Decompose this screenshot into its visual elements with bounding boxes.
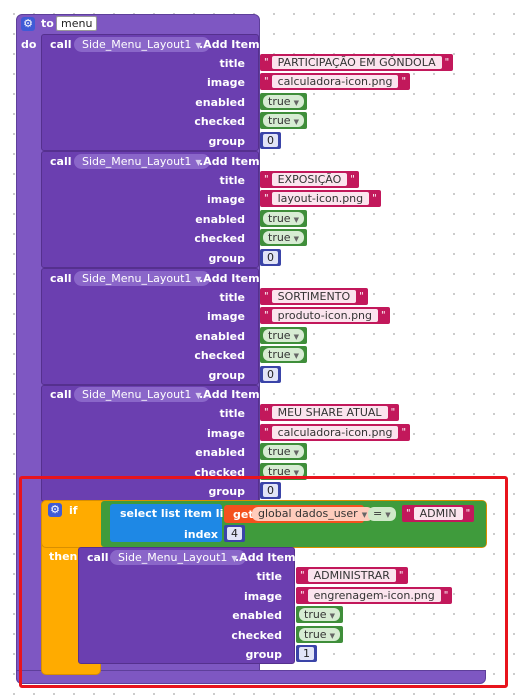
chevron-down-icon: ▼	[293, 352, 299, 360]
param-image-label: image	[207, 310, 245, 323]
chevron-down-icon: ▼	[293, 99, 299, 107]
param-enabled-label: enabled	[195, 96, 245, 109]
text-value[interactable]: calculadora-icon.png	[271, 426, 399, 439]
bool-value[interactable]: true ▼	[263, 348, 304, 361]
param-enabled-label: enabled	[195, 330, 245, 343]
bool-value[interactable]: true ▼	[263, 231, 304, 244]
call-keyword: call	[50, 155, 72, 168]
image-text-block[interactable]: " layout-icon.png "	[260, 190, 381, 207]
bool-value[interactable]: true ▼	[263, 329, 304, 342]
title-text-block[interactable]: " EXPOSIÇÃO "	[260, 171, 359, 188]
param-image-label: image	[207, 193, 245, 206]
method-name: .Add Item	[199, 388, 260, 401]
text-value[interactable]: calculadora-icon.png	[271, 75, 399, 88]
enabled-bool-block[interactable]: true ▼	[260, 443, 307, 460]
checked-bool-block[interactable]: true ▼	[260, 346, 307, 363]
call-keyword: call	[50, 388, 72, 401]
call-keyword: call	[50, 38, 72, 51]
chevron-down-icon: ▼	[293, 216, 299, 224]
call-keyword: call	[50, 272, 72, 285]
procedure-name-field[interactable]: menu	[56, 16, 98, 31]
bool-value[interactable]: true ▼	[263, 212, 304, 225]
param-enabled-label: enabled	[195, 213, 245, 226]
checked-bool-block[interactable]: true ▼	[260, 229, 307, 246]
component-name: Side_Menu_Layout1	[82, 155, 192, 168]
enabled-bool-block[interactable]: true ▼	[260, 327, 307, 344]
component-name: Side_Menu_Layout1	[82, 388, 192, 401]
param-title-label: title	[219, 291, 245, 304]
param-image-label: image	[207, 427, 245, 440]
text-value[interactable]: produto-icon.png	[271, 309, 379, 322]
component-dropdown[interactable]: Side_Menu_Layout1 ▼	[74, 154, 210, 169]
text-value[interactable]: layout-icon.png	[271, 192, 370, 205]
param-checked-label: checked	[194, 115, 245, 128]
group-number-block[interactable]: 0	[260, 132, 281, 149]
image-text-block[interactable]: " produto-icon.png "	[260, 307, 390, 324]
image-text-block[interactable]: " calculadora-icon.png "	[260, 424, 411, 441]
group-number-block[interactable]: 0	[260, 249, 281, 266]
param-title-label: title	[219, 57, 245, 70]
enabled-bool-block[interactable]: true ▼	[260, 93, 307, 110]
title-text-block[interactable]: " PARTICIPAÇÃO EM GÔNDOLA "	[260, 54, 454, 71]
enabled-bool-block[interactable]: true ▼	[260, 210, 307, 227]
param-checked-label: checked	[194, 232, 245, 245]
number-value[interactable]: 0	[263, 251, 278, 264]
param-image-label: image	[207, 76, 245, 89]
keyword-to: to	[41, 17, 54, 30]
bool-value[interactable]: true ▼	[263, 114, 304, 127]
title-text-block[interactable]: " MEU SHARE ATUAL "	[260, 404, 400, 421]
param-group-label: group	[208, 135, 245, 148]
method-name: .Add Item	[199, 272, 260, 285]
group-number-block[interactable]: 0	[260, 366, 281, 383]
title-text-block[interactable]: " SORTIMENTO "	[260, 288, 368, 305]
keyword-do: do	[21, 38, 37, 51]
text-value[interactable]: SORTIMENTO	[271, 290, 357, 303]
gear-icon[interactable]: ⚙	[21, 17, 35, 31]
param-group-label: group	[208, 252, 245, 265]
method-name: .Add Item	[199, 38, 260, 51]
number-value[interactable]: 0	[263, 368, 278, 381]
text-value[interactable]: EXPOSIÇÃO	[271, 173, 348, 186]
method-name: .Add Item	[199, 155, 260, 168]
component-name: Side_Menu_Layout1	[82, 38, 192, 51]
param-group-label: group	[208, 369, 245, 382]
component-dropdown[interactable]: Side_Menu_Layout1 ▼	[74, 387, 210, 402]
text-value[interactable]: MEU SHARE ATUAL	[271, 406, 388, 419]
param-enabled-label: enabled	[195, 446, 245, 459]
chevron-down-icon: ▼	[293, 235, 299, 243]
image-text-block[interactable]: " calculadora-icon.png "	[260, 73, 411, 90]
bool-value[interactable]: true ▼	[263, 445, 304, 458]
component-dropdown[interactable]: Side_Menu_Layout1 ▼	[74, 37, 210, 52]
highlight-box	[19, 476, 508, 688]
param-checked-label: checked	[194, 349, 245, 362]
procedure-name: menu	[61, 17, 93, 30]
bool-value[interactable]: true ▼	[263, 95, 304, 108]
text-value[interactable]: PARTICIPAÇÃO EM GÔNDOLA	[271, 56, 442, 69]
component-dropdown[interactable]: Side_Menu_Layout1 ▼	[74, 271, 210, 286]
param-title-label: title	[219, 174, 245, 187]
chevron-down-icon: ▼	[293, 449, 299, 457]
param-title-label: title	[219, 407, 245, 420]
number-value[interactable]: 0	[263, 134, 278, 147]
chevron-down-icon: ▼	[293, 118, 299, 126]
component-name: Side_Menu_Layout1	[82, 272, 192, 285]
checked-bool-block[interactable]: true ▼	[260, 112, 307, 129]
chevron-down-icon: ▼	[293, 333, 299, 341]
